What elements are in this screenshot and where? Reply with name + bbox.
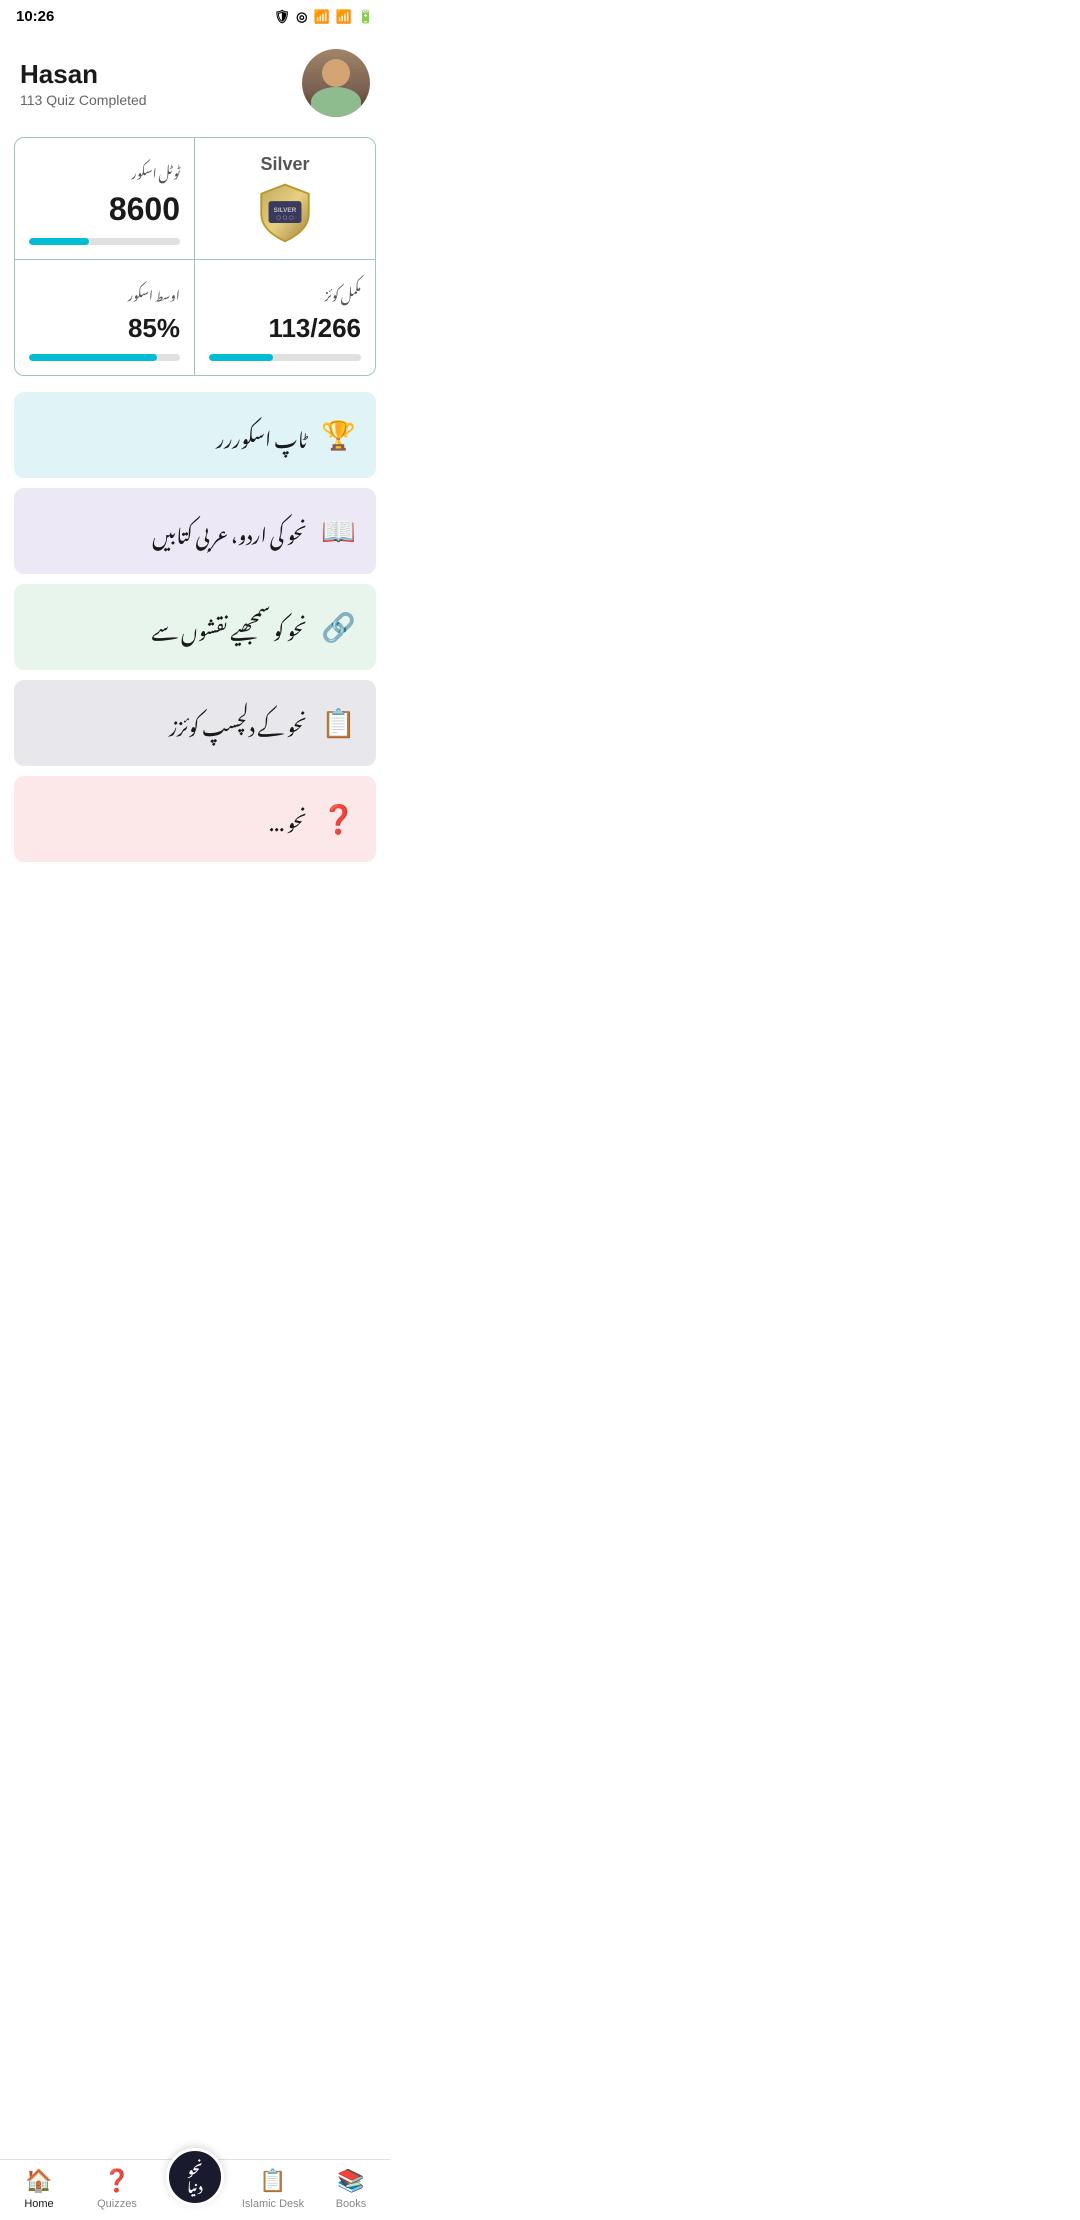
diagrams-card[interactable]: نحو کو سمجھیے نقشوں سے 🔗 <box>14 584 376 670</box>
signal2-icon: 📶 <box>336 9 352 25</box>
svg-text:⬡ ⬡ ⬡: ⬡ ⬡ ⬡ <box>276 215 293 221</box>
avatar <box>302 49 370 117</box>
nav-books[interactable]: 📚 Books <box>312 2168 390 2210</box>
total-score-label: ٹوٹل اسکور <box>29 154 180 187</box>
help-icon: ❓ <box>321 803 356 836</box>
nahw-dunya-button[interactable]: نحودنیا <box>166 2148 224 2206</box>
books-card[interactable]: نحو کی اردو، عربی کتابیں 📖 <box>14 488 376 574</box>
book-icon: 📖 <box>321 515 356 548</box>
nav-center[interactable]: نحودنیا <box>156 2148 234 2210</box>
quizzes-nav-label: Quizzes <box>97 2198 137 2210</box>
total-score-progress-fill <box>29 238 89 245</box>
rank-cell: Silver SILVER ⬡ ⬡ ⬡ <box>195 138 375 260</box>
total-score-progress-bar <box>29 238 180 245</box>
shield-icon: 🛡 <box>274 9 291 25</box>
avg-score-value: 85% <box>29 313 180 344</box>
status-bar: 10:26 🛡 ◎ 📶 📶 🔋 <box>0 0 390 33</box>
top-scorers-label: ٹاپ اسکوررر <box>216 410 307 460</box>
avg-score-cell: اوسط اسکور 85% <box>15 260 195 375</box>
islamic-desk-icon: 📋 <box>259 2168 286 2194</box>
diagrams-label: نحو کو سمجھیے نقشوں سے <box>152 602 308 652</box>
extra-label: نحو ... <box>269 794 307 844</box>
top-scorers-card[interactable]: ٹاپ اسکوررر 🏆 <box>14 392 376 478</box>
books-nav-icon: 📚 <box>337 2168 364 2194</box>
battery-icon: 🔋 <box>358 9 374 25</box>
menu-cards: ٹاپ اسکوررر 🏆 نحو کی اردو، عربی کتابیں 📖… <box>0 392 390 862</box>
completed-progress-bar <box>209 354 361 361</box>
rank-label: Silver <box>260 154 309 175</box>
avg-score-label: اوسط اسکور <box>29 276 180 309</box>
trophy-icon: 🏆 <box>321 419 356 452</box>
completed-value: 113/266 <box>209 313 361 344</box>
home-label: Home <box>24 2198 53 2210</box>
books-nav-label: Books <box>336 2198 367 2210</box>
username: Hasan <box>20 59 147 90</box>
avg-score-progress-fill <box>29 354 157 361</box>
bottom-nav: 🏠 Home ❓ Quizzes نحودنیا 📋 Islamic Desk … <box>0 2159 390 2220</box>
status-time: 10:26 <box>16 8 54 25</box>
quiz-icon: 📋 <box>321 707 356 740</box>
wifi-icon: 📶 <box>313 9 329 25</box>
completed-progress-fill <box>209 354 273 361</box>
stats-grid: ٹوٹل اسکور 8600 Silver SILVER <box>14 137 376 376</box>
header-text: Hasan 113 Quiz Completed <box>20 59 147 108</box>
total-score-value: 8600 <box>29 191 180 228</box>
total-score-cell: ٹوٹل اسکور 8600 <box>15 138 195 260</box>
quiz-count: 113 Quiz Completed <box>20 92 147 108</box>
main-content: Hasan 113 Quiz Completed ٹوٹل اسکور 8600… <box>0 33 390 942</box>
books-label: نحو کی اردو، عربی کتابیں <box>152 506 307 556</box>
signal-icon: ◎ <box>296 9 307 25</box>
avatar-image <box>302 49 370 117</box>
nav-quizzes[interactable]: ❓ Quizzes <box>78 2168 156 2210</box>
home-icon: 🏠 <box>25 2168 52 2194</box>
nahw-dunya-text: نحودنیا <box>187 2161 202 2192</box>
silver-badge-icon: SILVER ⬡ ⬡ ⬡ <box>253 181 317 245</box>
nav-home[interactable]: 🏠 Home <box>0 2168 78 2210</box>
quizzes-card[interactable]: نحو کے دلچسپ کوئزز 📋 <box>14 680 376 766</box>
completed-cell: مکمل کوئز 113/266 <box>195 260 375 375</box>
diagram-icon: 🔗 <box>321 611 356 644</box>
svg-text:SILVER: SILVER <box>274 207 297 214</box>
quizzes-nav-icon: ❓ <box>103 2168 130 2194</box>
islamic-desk-label: Islamic Desk <box>242 2198 304 2210</box>
avg-score-progress-bar <box>29 354 180 361</box>
completed-label: مکمل کوئز <box>209 276 361 309</box>
header: Hasan 113 Quiz Completed <box>0 33 390 137</box>
quizzes-label: نحو کے دلچسپ کوئزز <box>169 698 307 748</box>
extra-card[interactable]: نحو ... ❓ <box>14 776 376 862</box>
status-icons: 🛡 ◎ 📶 📶 🔋 <box>274 9 374 25</box>
nav-islamic-desk[interactable]: 📋 Islamic Desk <box>234 2168 312 2210</box>
